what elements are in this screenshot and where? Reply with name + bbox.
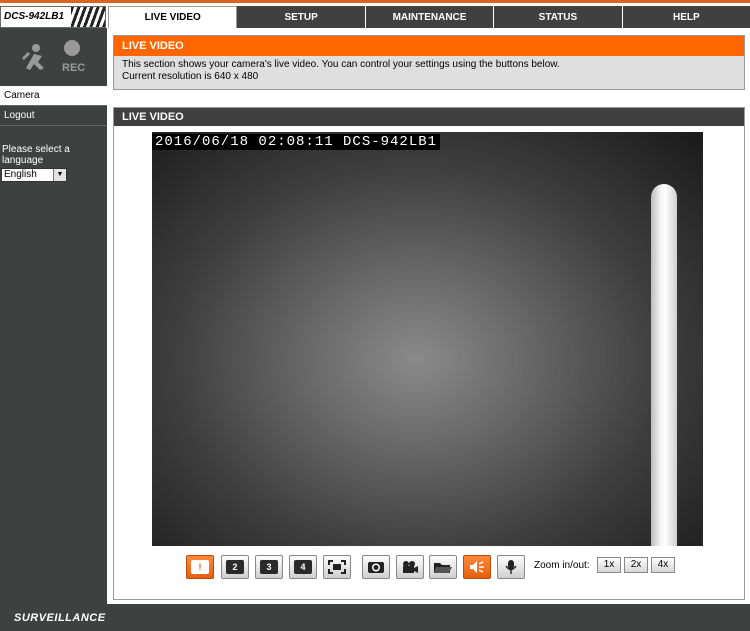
tab-help[interactable]: HELP xyxy=(622,6,750,28)
zoom-4x-button[interactable]: 4x xyxy=(651,557,675,573)
record-button[interactable] xyxy=(396,555,424,579)
info-body: This section shows your camera's live vi… xyxy=(114,56,744,86)
speaker-button[interactable] xyxy=(463,555,491,579)
record-icon xyxy=(403,561,418,573)
footer: SURVEILLANCE xyxy=(0,604,750,631)
profile-2-button[interactable]: 2 xyxy=(221,555,249,579)
snapshot-icon xyxy=(368,562,384,573)
model-badge: DCS-942LB1 xyxy=(0,6,106,28)
video-timestamp-overlay: 2016/06/18 02:08:11 DCS-942LB1 xyxy=(152,134,441,150)
profile-3-button[interactable]: 3 xyxy=(255,555,283,579)
video-stream[interactable]: 2016/06/18 02:08:11 DCS-942LB1 xyxy=(152,132,703,546)
alert-icon: ! xyxy=(191,560,209,574)
speaker-icon xyxy=(470,561,484,573)
info-title: LIVE VIDEO xyxy=(114,36,744,56)
microphone-icon xyxy=(505,560,517,574)
info-description: This section shows your camera's live vi… xyxy=(122,59,560,70)
footer-brand: SURVEILLANCE xyxy=(14,612,106,624)
sidebar-item-camera[interactable]: Camera xyxy=(0,86,107,106)
microphone-button[interactable] xyxy=(497,555,525,579)
main-nav: LIVE VIDEO SETUP MAINTENANCE STATUS HELP xyxy=(108,6,750,28)
language-select[interactable]: English ▼ xyxy=(1,168,67,182)
antenna-in-view xyxy=(651,184,677,546)
tab-setup[interactable]: SETUP xyxy=(237,6,366,28)
folder-button[interactable] xyxy=(429,555,457,579)
tab-status[interactable]: STATUS xyxy=(494,6,623,28)
rec-label: REC xyxy=(62,62,85,74)
language-prompt: Please select a language xyxy=(2,144,70,166)
sidebar-item-logout[interactable]: Logout xyxy=(0,106,107,126)
tab-maintenance[interactable]: MAINTENANCE xyxy=(365,6,495,28)
alert-button[interactable]: ! xyxy=(186,555,214,579)
folder-icon xyxy=(434,563,452,573)
top-accent-line xyxy=(0,0,750,3)
fullscreen-icon xyxy=(328,560,346,574)
snapshot-button[interactable] xyxy=(362,555,390,579)
rec-logo: REC xyxy=(16,38,96,74)
brand-stripes xyxy=(71,7,105,27)
zoom-2x-button[interactable]: 2x xyxy=(624,557,648,573)
main-content: LIVE VIDEO This section shows your camer… xyxy=(113,35,745,600)
side-menu: Camera Logout xyxy=(0,86,107,126)
live-video-panel: LIVE VIDEO 2016/06/18 02:08:11 DCS-942LB… xyxy=(113,107,745,600)
profile-4-icon: 4 xyxy=(294,560,312,574)
tab-live-video[interactable]: LIVE VIDEO xyxy=(108,6,238,28)
model-name: DCS-942LB1 xyxy=(4,11,65,22)
profile-3-icon: 3 xyxy=(260,560,278,574)
info-panel: LIVE VIDEO This section shows your camer… xyxy=(113,35,745,90)
profile-4-button[interactable]: 4 xyxy=(289,555,317,579)
zoom-1x-button[interactable]: 1x xyxy=(597,557,621,573)
live-video-title: LIVE VIDEO xyxy=(114,108,744,126)
zoom-label: Zoom in/out: xyxy=(534,560,590,571)
video-controls: ! 2 3 4 Zoom in/out: 1x 2x 4x xyxy=(114,555,746,581)
language-value: English xyxy=(4,169,37,180)
profile-2-icon: 2 xyxy=(226,560,244,574)
chevron-down-icon[interactable]: ▼ xyxy=(53,169,66,181)
fullscreen-button[interactable] xyxy=(323,555,351,579)
sidebar: REC Camera Logout Please select a langua… xyxy=(0,28,107,604)
info-resolution: Current resolution is 640 x 480 xyxy=(122,71,259,82)
